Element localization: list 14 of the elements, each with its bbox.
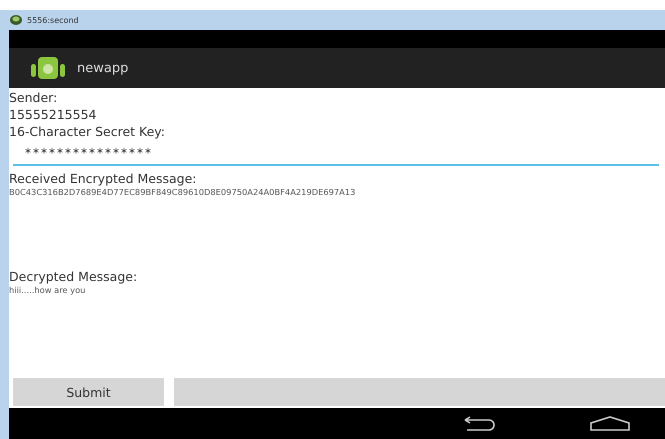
secret-key-label: 16-Character Secret Key:	[9, 123, 166, 140]
app-title: newapp	[77, 60, 128, 76]
decrypted-message-text: hiii.....how are you	[9, 285, 86, 296]
sender-number: 15555215554	[9, 106, 98, 123]
decrypted-message-label: Decrypted Message:	[9, 268, 138, 285]
app-icon	[10, 15, 22, 25]
encrypted-message-text: B0C43C316B2D7689E4D77EC89BF849C89610D8E09750A24A0BF4A219DE697A13	[9, 187, 356, 198]
encrypted-message-label: Received Encrypted Message:	[9, 170, 198, 187]
secret-key-field[interactable]: ****************	[13, 142, 659, 166]
home-icon[interactable]	[589, 416, 631, 432]
submit-button[interactable]: Submit	[13, 378, 164, 406]
sender-label: Sender:	[9, 89, 58, 106]
android-robot-icon	[31, 55, 65, 81]
window-title: 5556:second	[27, 16, 79, 24]
